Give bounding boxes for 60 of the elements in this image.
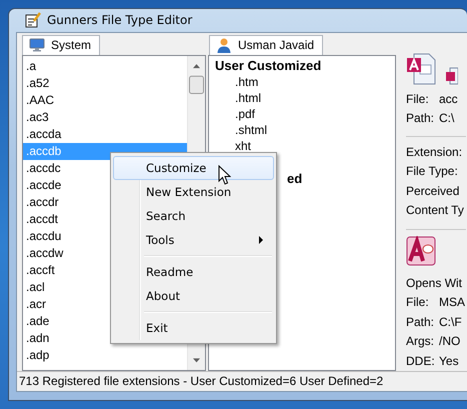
document-icon xyxy=(446,66,458,84)
menu-item[interactable]: Exit xyxy=(113,316,274,340)
group-header: ed xyxy=(287,170,302,186)
list-item[interactable]: xht xyxy=(209,138,252,154)
field-label: Perceived xyxy=(406,182,460,200)
list-item[interactable]: .acl xyxy=(23,278,45,296)
field-value: C:\F xyxy=(439,314,462,330)
list-item[interactable]: .accda xyxy=(23,126,62,142)
list-item[interactable]: .ade xyxy=(23,312,50,330)
list-item[interactable]: .adp xyxy=(23,346,50,364)
menu-item[interactable]: Search xyxy=(113,204,274,228)
database-app-icon xyxy=(406,236,436,266)
user-tab[interactable]: Usman Javaid xyxy=(209,34,324,54)
app-icon xyxy=(25,12,41,28)
list-item[interactable]: .html xyxy=(209,90,262,106)
list-item[interactable]: .accdu xyxy=(23,228,62,244)
document-icon xyxy=(406,52,436,84)
list-item[interactable]: .acr xyxy=(23,296,46,312)
list-item[interactable]: .adn xyxy=(23,330,50,346)
monitor-icon xyxy=(29,38,45,52)
section-title: Opens Wit xyxy=(406,274,464,292)
list-item[interactable]: .a52 xyxy=(23,74,50,92)
list-item[interactable]: .accdt xyxy=(23,210,58,228)
list-item[interactable]: .accdc xyxy=(23,160,61,176)
field-label: File Type: xyxy=(406,163,459,180)
list-item[interactable]: .a xyxy=(23,58,36,74)
menu-item[interactable]: Readme xyxy=(113,260,274,284)
menu-item[interactable]: Tools xyxy=(113,228,274,252)
list-item[interactable]: .accft xyxy=(23,262,55,278)
menu-item[interactable]: New Extension xyxy=(113,180,274,204)
list-item[interactable]: .pdf xyxy=(209,106,256,122)
field-label: Path: xyxy=(406,314,436,330)
group-header: User Customized xyxy=(214,56,322,74)
mouse-pointer-icon xyxy=(218,164,231,186)
list-item[interactable]: .shtml xyxy=(209,122,268,138)
field-value: /NO xyxy=(439,333,460,350)
status-bar: 713 Registered file extensions - User Customized=6 User Defined=2 xyxy=(17,371,467,391)
field-label: File: xyxy=(406,294,430,311)
field-label: Content Ty xyxy=(406,202,465,219)
list-item[interactable]: .accdw xyxy=(23,244,64,262)
list-item[interactable]: .ac3 xyxy=(23,108,49,126)
field-value: Yes xyxy=(439,352,459,370)
field-label: DDE: xyxy=(406,352,436,370)
list-item[interactable]: .htm xyxy=(209,74,258,90)
field-value: MSA xyxy=(439,294,466,311)
field-label: Args: xyxy=(406,333,436,350)
menu-item[interactable]: Customize xyxy=(113,156,274,180)
field-value: C:\ xyxy=(439,110,454,126)
field-label: File: xyxy=(406,90,430,108)
field-label: Extension: xyxy=(406,144,464,160)
list-item[interactable]: .AAC xyxy=(23,92,54,108)
list-item[interactable]: .accdr xyxy=(23,194,59,210)
field-value: acc xyxy=(439,90,458,108)
list-item[interactable]: .accde xyxy=(23,176,62,194)
system-tab[interactable]: System xyxy=(22,34,100,54)
field-label: Path: xyxy=(406,110,436,126)
window-title: Gunners File Type Editor xyxy=(47,13,192,28)
submenu-arrow-icon xyxy=(259,236,263,244)
menu-item[interactable]: About xyxy=(113,284,274,308)
user-icon xyxy=(216,37,232,53)
